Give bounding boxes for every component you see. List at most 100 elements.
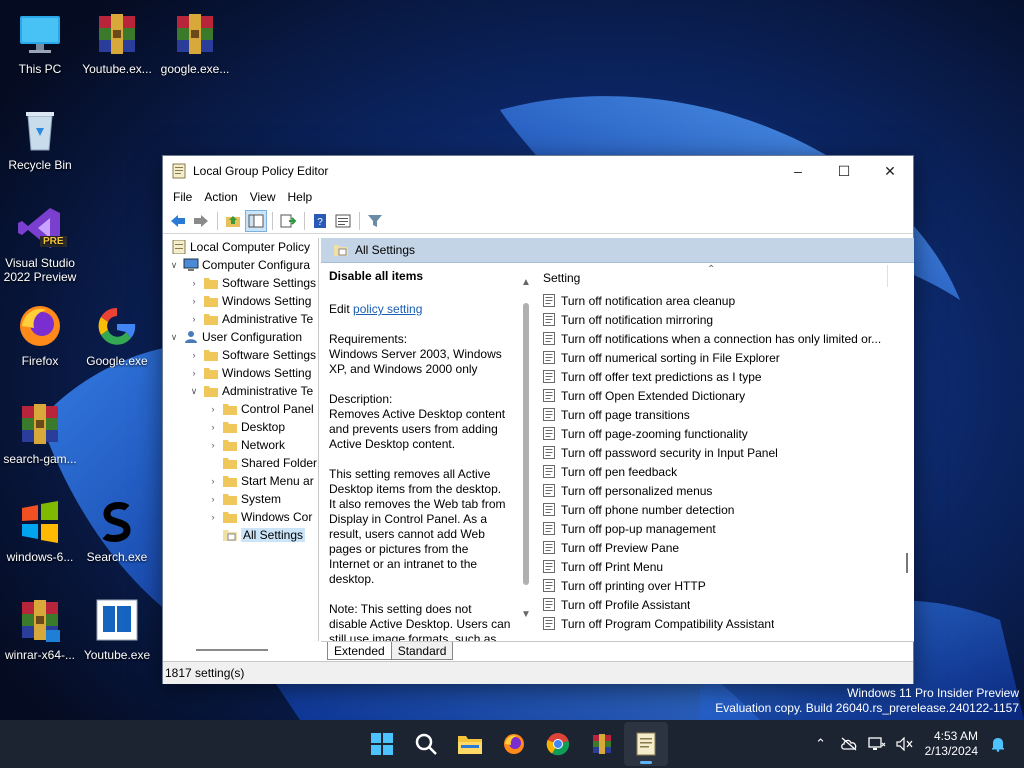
desktop-icon-google[interactable]: Google.exe [77,302,157,368]
desktop-icon-google-exe[interactable]: google.exe... [155,10,235,76]
minimize-button[interactable]: – [775,156,821,186]
taskbar-search-button[interactable] [404,722,448,766]
tree-item-shared-folders[interactable]: Shared Folder [164,454,318,472]
chevron-right-icon[interactable]: › [188,314,200,324]
list-item[interactable]: Turn off Profile Assistant [537,595,914,614]
chevron-right-icon[interactable]: › [188,350,200,360]
tree-item-software-settings[interactable]: › Software Settings [164,346,318,364]
taskbar-chrome[interactable] [536,722,580,766]
tree-item-all-settings[interactable]: All Settings [164,526,318,544]
maximize-button[interactable]: ☐ [821,156,867,186]
scrollbar-thumb[interactable] [523,303,529,585]
scrollbar-thumb[interactable] [906,553,908,573]
menu-file[interactable]: File [167,190,198,204]
chevron-right-icon[interactable]: › [207,494,219,504]
properties-button[interactable] [332,210,354,232]
export-list-button[interactable] [277,210,299,232]
back-button[interactable] [167,210,189,232]
desktop-icon-search-gam[interactable]: search-gam... [0,400,80,466]
network-button[interactable] [863,730,891,758]
chevron-right-icon[interactable]: › [207,422,219,432]
title-bar[interactable]: Local Group Policy Editor – ☐ ✕ [163,156,913,186]
list-scrollbar[interactable] [904,263,914,641]
desktop-icon-windows-6[interactable]: windows-6... [0,498,80,564]
scroll-down-icon[interactable]: ▼ [521,609,531,620]
tab-standard[interactable]: Standard [390,642,454,660]
chevron-right-icon[interactable]: › [188,278,200,288]
list-item[interactable]: Turn off Print Menu [537,557,914,576]
desktop-icon-search-exe[interactable]: Search.exe [77,498,157,564]
tree-horizontal-scrollbar[interactable] [164,641,319,659]
list-item[interactable]: Turn off notification mirroring [537,310,914,329]
tree-item-windows-components[interactable]: › Windows Cor [164,508,318,526]
desktop-icon-recycle-bin[interactable]: Recycle Bin [0,106,80,172]
tree-item-control-panel[interactable]: › Control Panel [164,400,318,418]
list-item[interactable]: Turn off Program Compatibility Assistant [537,614,914,633]
menu-view[interactable]: View [244,190,282,204]
list-item[interactable]: Turn off pen feedback [537,462,914,481]
description-scrollbar[interactable]: ▲ ▼ [519,263,535,641]
list-item[interactable]: Turn off numerical sorting in File Explo… [537,348,914,367]
list-item[interactable]: Turn off page transitions [537,405,914,424]
chevron-down-icon[interactable]: ∨ [168,332,180,343]
tree-item-administrative-templates[interactable]: ∨ Administrative Te [164,382,318,400]
close-button[interactable]: ✕ [867,156,913,186]
start-button[interactable] [360,722,404,766]
onedrive-button[interactable] [835,730,863,758]
up-folder-button[interactable] [222,210,244,232]
list-item[interactable]: Turn off printing over HTTP [537,576,914,595]
show-hide-tree-button[interactable] [245,209,267,232]
desktop-icon-youtube-ex[interactable]: Youtube.ex... [77,10,157,76]
desktop-icon-youtube-exe[interactable]: Youtube.exe [77,596,157,662]
scroll-up-icon[interactable]: ▲ [521,277,531,288]
tree-item-start-menu[interactable]: › Start Menu ar [164,472,318,490]
menu-action[interactable]: Action [198,190,243,204]
tree-item-user-configuration[interactable]: ∨ User Configuration [164,328,318,346]
column-divider[interactable] [887,265,888,287]
clock[interactable]: 4:53 AM 2/13/2024 [925,729,978,759]
tree-item-desktop[interactable]: › Desktop [164,418,318,436]
show-hidden-icons-button[interactable]: ⌃ [807,730,835,758]
tree-item-system[interactable]: › System [164,490,318,508]
taskbar-group-policy-editor[interactable] [624,722,668,766]
list-item[interactable]: Turn off personalized menus [537,481,914,500]
tab-extended[interactable]: Extended [327,642,392,660]
menu-help[interactable]: Help [282,190,319,204]
chevron-right-icon[interactable]: › [207,404,219,414]
chevron-down-icon[interactable]: ∨ [168,260,180,271]
list-item[interactable]: Turn off notification area cleanup [537,291,914,310]
tree-item-network[interactable]: › Network [164,436,318,454]
chevron-right-icon[interactable]: › [207,440,219,450]
list-item[interactable]: Turn off page-zooming functionality [537,424,914,443]
scrollbar-thumb[interactable] [196,649,268,651]
tree-item-windows-settings[interactable]: › Windows Setting [164,292,318,310]
chevron-down-icon[interactable]: ∨ [188,386,200,397]
list-item[interactable]: Turn off Open Extended Dictionary [537,386,914,405]
chevron-right-icon[interactable]: › [188,368,200,378]
taskbar-winrar[interactable] [580,722,624,766]
column-header-setting[interactable]: Setting [543,271,580,285]
forward-button[interactable] [190,210,212,232]
volume-button[interactable] [891,730,919,758]
desktop-icon-winrar-x64[interactable]: winrar-x64-... [0,596,80,662]
list-item[interactable]: Turn off notifications when a connection… [537,329,914,348]
chevron-right-icon[interactable]: › [207,512,219,522]
help-button[interactable]: ? [309,210,331,232]
policy-setting-link[interactable]: policy setting [353,302,422,316]
list-item[interactable]: Turn off phone number detection [537,500,914,519]
tree-item-windows-settings[interactable]: › Windows Setting [164,364,318,382]
list-item[interactable]: Turn off offer text predictions as I typ… [537,367,914,386]
list-item[interactable]: Turn off Preview Pane [537,538,914,557]
tree-item-local-computer-policy[interactable]: Local Computer Policy [164,238,318,256]
desktop-icon-firefox[interactable]: Firefox [0,302,80,368]
desktop-icon-visual-studio[interactable]: PRE Visual Studio 2022 Preview [0,204,80,284]
chevron-right-icon[interactable]: › [207,476,219,486]
tree-item-computer-configuration[interactable]: ∨ Computer Configura [164,256,318,274]
filter-button[interactable] [364,210,386,232]
notifications-button[interactable] [984,730,1012,758]
list-item[interactable]: Turn off pop-up management [537,519,914,538]
list-item[interactable]: Turn off password security in Input Pane… [537,443,914,462]
tree-item-software-settings[interactable]: › Software Settings [164,274,318,292]
tree-item-administrative-templates[interactable]: › Administrative Te [164,310,318,328]
chevron-right-icon[interactable]: › [188,296,200,306]
